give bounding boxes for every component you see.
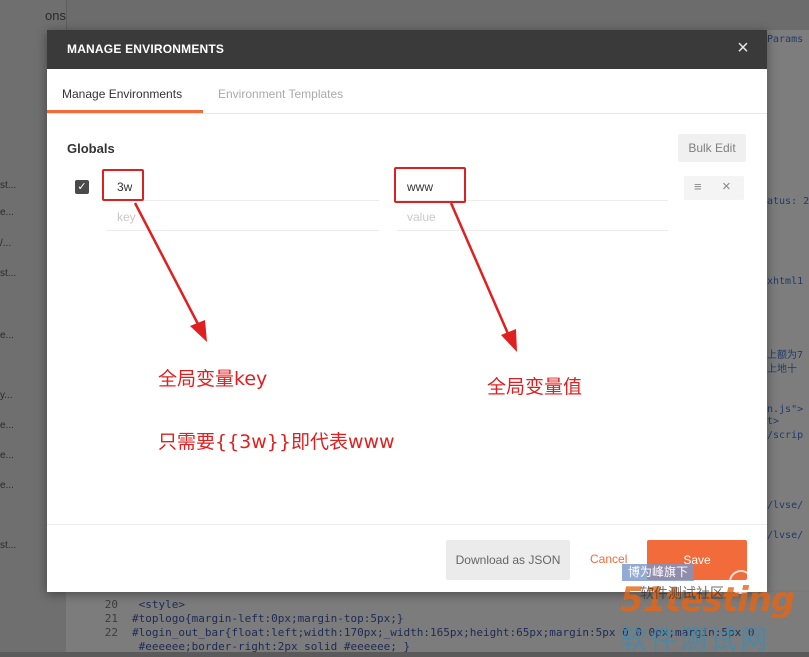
code-text: <style> (132, 598, 185, 611)
line-number: 20 (104, 598, 118, 611)
line-number: 22 (104, 626, 118, 639)
value-arrow (449, 202, 517, 352)
right-panel-text: atus: 20 (767, 196, 809, 207)
right-panel-text: /scrip (767, 430, 804, 441)
right-panel-text: t> (767, 416, 780, 427)
sidebar-item[interactable]: st... (0, 180, 16, 191)
sidebar-item[interactable]: e... (0, 480, 14, 491)
watermark-subtitle: 软件测试社区 (640, 585, 724, 601)
right-panel-text: Params (767, 34, 804, 45)
sidebar-item[interactable]: e... (0, 330, 14, 341)
annotation-key-label: 全局变量key (158, 368, 268, 390)
right-panel-text: /lvse/ (767, 500, 804, 511)
code-line: 20 <style> (66, 598, 185, 611)
right-panel-text: xhtml1 (767, 276, 804, 287)
sidebar-item[interactable]: st... (0, 540, 16, 551)
manage-environments-modal: MANAGE ENVIRONMENTS × Manage Environment… (47, 30, 767, 592)
key-arrow (133, 202, 207, 342)
annotation-arrows (133, 202, 517, 352)
code-text: #toplogo{margin-left:0px;margin-top:5px;… (132, 612, 404, 625)
code-text: #eeeeee;border-right:2px solid #eeeeee; … (132, 640, 411, 653)
sidebar-item[interactable]: e... (0, 450, 14, 461)
sidebar-item[interactable]: y... (0, 390, 13, 401)
watermark-cn-text: 软件测试网 (620, 625, 770, 655)
line-number: 21 (104, 612, 118, 625)
sidebar-item[interactable]: st... (0, 268, 16, 279)
right-panel-text: 上额为7 (767, 350, 804, 361)
right-panel-text: /lvse/ (767, 530, 804, 541)
annotation-note: 只需要{{3w}}即代表www (158, 431, 395, 453)
annotation-value-label: 全局变量值 (487, 376, 583, 398)
sidebar-item[interactable]: /... (0, 238, 11, 249)
app-top-bar (66, 0, 809, 30)
code-line: 21 #toplogo{margin-left:0px;margin-top:5p… (66, 612, 404, 625)
right-panel-text: n.js"> (767, 404, 804, 415)
right-panel-text: 上地十 (767, 364, 797, 375)
sidebar-tab-label: ons (45, 8, 66, 23)
sidebar-item[interactable]: e... (0, 207, 14, 218)
watermark-badge: 博为峰旗下 (622, 564, 694, 581)
sidebar-item[interactable]: e... (0, 420, 14, 431)
code-line: #eeeeee;border-right:2px solid #eeeeee; … (66, 640, 411, 653)
